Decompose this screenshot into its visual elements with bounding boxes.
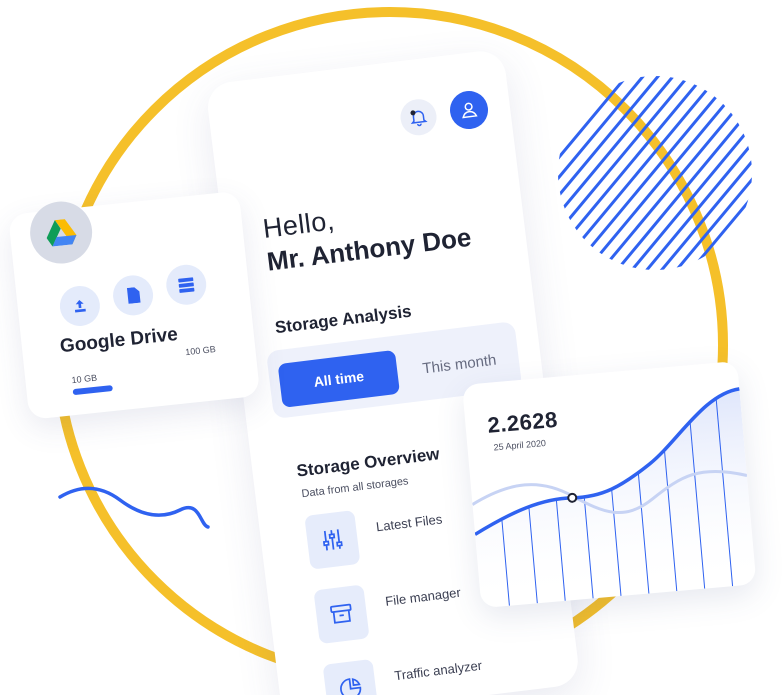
list-item-traffic-analyzer[interactable]: Traffic analyzer	[322, 636, 568, 695]
stats-graph	[471, 387, 757, 609]
drive-usage-bar	[72, 385, 113, 396]
pie-chart-icon	[340, 678, 362, 695]
profile-button[interactable]	[447, 88, 491, 132]
latest-files-label: Latest Files	[375, 511, 444, 535]
upload-icon	[74, 300, 86, 313]
wavy-line	[58, 486, 210, 529]
file-button[interactable]	[111, 273, 156, 318]
file-icon	[126, 287, 141, 304]
upload-button[interactable]	[57, 284, 102, 328]
google-drive-card: Google Drive 100 GB 10 GB	[8, 190, 265, 429]
sliders-icon	[322, 529, 343, 551]
file-manager-label: File manager	[384, 584, 462, 609]
storage-button[interactable]	[164, 262, 209, 307]
notification-button[interactable]	[398, 97, 439, 138]
storage-analysis-title: Storage Analysis	[273, 301, 413, 338]
storage-icon	[178, 277, 195, 293]
file-manager-tile	[313, 584, 370, 645]
drive-used: 10 GB	[71, 372, 98, 386]
google-drive-title: Google Drive	[58, 323, 179, 358]
storage-overview-title: Storage Overview	[295, 444, 441, 481]
latest-files-tile	[304, 510, 361, 570]
stats-card: 2.2628 25 April 2020	[462, 360, 771, 619]
google-drive-card-body: Google Drive 100 GB 10 GB	[8, 190, 261, 420]
striped-circle	[558, 76, 752, 270]
traffic-analyzer-label: Traffic analyzer	[393, 657, 483, 684]
all-time-button[interactable]: All time	[277, 349, 401, 408]
graph-point	[567, 492, 578, 503]
drive-capacity: 100 GB	[184, 344, 217, 358]
traffic-analyzer-tile	[322, 658, 379, 695]
google-drive-icon	[46, 219, 77, 247]
bell-icon	[410, 110, 428, 127]
user-icon	[462, 102, 478, 119]
stats-card-body: 2.2628 25 April 2020	[462, 360, 757, 609]
archive-box-icon	[330, 603, 352, 624]
